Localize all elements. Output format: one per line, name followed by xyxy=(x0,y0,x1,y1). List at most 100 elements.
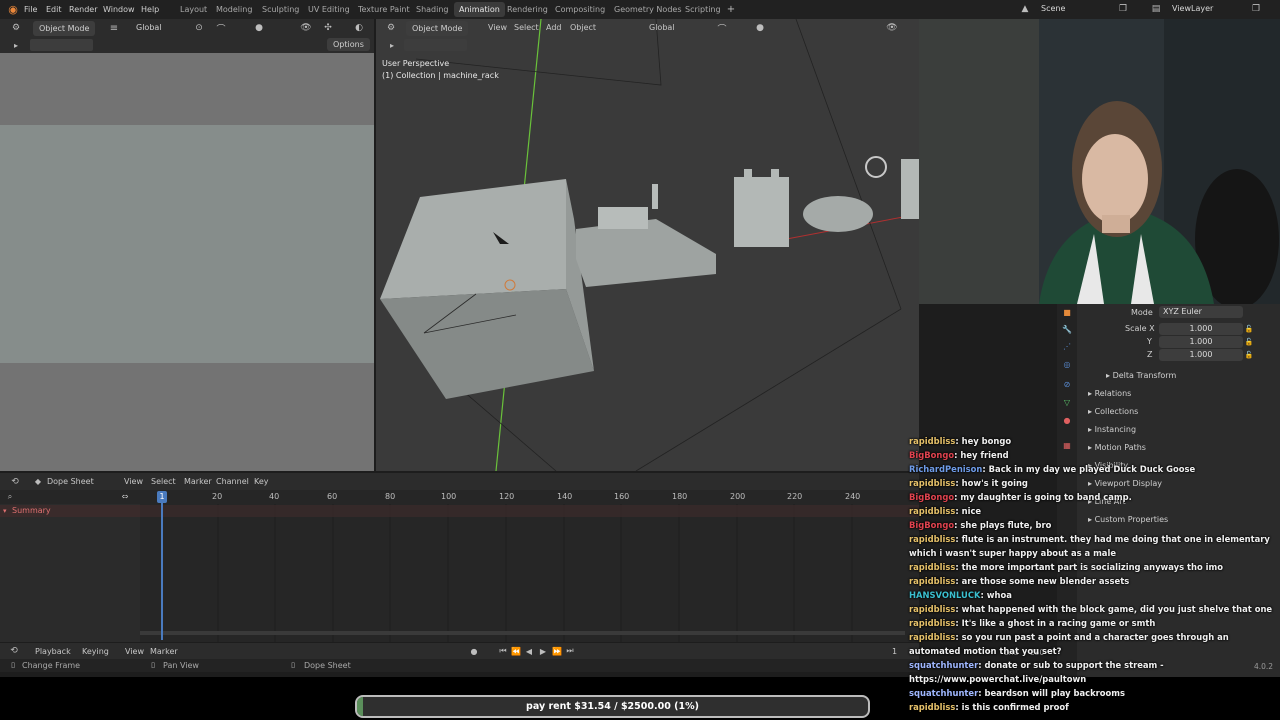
editor-type-icon[interactable]: ⚙ xyxy=(9,21,23,35)
chat-username[interactable]: BigBongo xyxy=(909,520,954,530)
chat-username[interactable]: rapidbliss xyxy=(909,702,955,712)
chat-username[interactable]: rapidbliss xyxy=(909,604,955,614)
summary-expand-icon[interactable]: ▾ xyxy=(3,505,7,517)
lock-x-icon[interactable]: 🔓 xyxy=(1245,324,1254,334)
menu-help[interactable]: Help xyxy=(141,0,159,19)
add-workspace-icon[interactable]: + xyxy=(726,3,736,15)
lock-z-icon[interactable]: 🔓 xyxy=(1245,350,1254,360)
current-frame-field[interactable]: 1 xyxy=(892,647,897,656)
panel-instancing[interactable]: ▸ Instancing xyxy=(1088,425,1136,434)
dope-menu-key[interactable]: Key xyxy=(254,477,269,486)
layer-icon[interactable]: ▤ xyxy=(1150,3,1162,15)
scale-z-field[interactable]: 1.000 xyxy=(1159,349,1243,361)
chat-username[interactable]: RichardPenison xyxy=(909,464,982,474)
jump-start-icon[interactable]: ⏮ xyxy=(498,646,508,656)
data-tab-icon[interactable]: ▽ xyxy=(1062,397,1072,407)
viewport-snap-icon[interactable]: ⌒ xyxy=(716,22,728,35)
scene-name[interactable]: Scene xyxy=(1041,4,1065,13)
timeline-menu-view[interactable]: View xyxy=(125,647,144,656)
tab-layout[interactable]: Layout xyxy=(175,2,212,17)
dope-menu-channel[interactable]: Channel xyxy=(216,477,249,486)
left-mode-dropdown[interactable]: Object Mode xyxy=(33,21,96,36)
dope-editor-type-icon[interactable]: ⟲ xyxy=(8,475,22,488)
viewport-select-mode-buttons[interactable] xyxy=(404,39,467,51)
timeline-editor-type-icon[interactable]: ⟲ xyxy=(8,645,20,657)
tab-sculpting[interactable]: Sculpting xyxy=(257,2,304,17)
scale-y-field[interactable]: 1.000 xyxy=(1159,336,1243,348)
chat-username[interactable]: rapidbliss xyxy=(909,506,955,516)
tab-geometry-nodes[interactable]: Geometry Nodes xyxy=(609,2,686,17)
tab-compositing[interactable]: Compositing xyxy=(550,2,610,17)
chat-username[interactable]: rapidbliss xyxy=(909,576,955,586)
chat-username[interactable]: rapidbliss xyxy=(909,478,955,488)
play-icon[interactable]: ▶ xyxy=(538,646,548,656)
play-reverse-icon[interactable]: ◀ xyxy=(524,646,534,656)
playhead[interactable]: 1 xyxy=(157,491,167,503)
chat-username[interactable]: rapidbliss xyxy=(909,534,955,544)
chat-username[interactable]: rapidbliss xyxy=(909,618,955,628)
viewport-menu-add[interactable]: Add xyxy=(546,23,562,32)
chat-username[interactable]: rapidbliss xyxy=(909,632,955,642)
constraints-tab-icon[interactable]: ⊘ xyxy=(1062,379,1072,389)
dope-menu-marker[interactable]: Marker xyxy=(184,477,212,486)
overlay-icon[interactable]: ◐ xyxy=(353,22,365,34)
timeline-menu-playback[interactable]: Playback xyxy=(35,647,71,656)
chat-username[interactable]: HANSVONLUCK xyxy=(909,590,980,600)
scene-icon[interactable]: ▲ xyxy=(1019,3,1031,15)
dope-mode-dropdown[interactable]: Dope Sheet xyxy=(47,477,94,486)
tab-modeling[interactable]: Modeling xyxy=(211,2,257,17)
viewport-menu-select[interactable]: Select xyxy=(514,23,539,32)
chat-username[interactable]: rapidbliss xyxy=(909,436,955,446)
chat-username[interactable]: BigBongo xyxy=(909,450,954,460)
tab-rendering[interactable]: Rendering xyxy=(502,2,553,17)
lock-y-icon[interactable]: 🔓 xyxy=(1245,337,1254,347)
viewport-orientation[interactable]: Global xyxy=(649,23,675,32)
view-layer-name[interactable]: ViewLayer xyxy=(1172,4,1213,13)
rotation-mode-dropdown[interactable]: XYZ Euler xyxy=(1159,306,1243,318)
tab-uv-editing[interactable]: UV Editing xyxy=(303,2,355,17)
select-mode-buttons[interactable] xyxy=(30,39,93,51)
visibility-icon[interactable]: 👁 xyxy=(300,22,312,34)
tab-scripting[interactable]: Scripting xyxy=(680,2,726,17)
viewport-menu-object[interactable]: Object xyxy=(570,23,596,32)
select-tool-icon[interactable]: ▸ xyxy=(11,40,21,50)
3d-viewport[interactable] xyxy=(376,19,919,471)
chat-username[interactable]: rapidbliss xyxy=(909,562,955,572)
copy-icon[interactable]: ❐ xyxy=(1117,3,1129,15)
menu-window[interactable]: Window xyxy=(103,0,135,19)
modifier-tab-icon[interactable]: 🔧 xyxy=(1062,324,1072,334)
viewport-menu-view[interactable]: View xyxy=(488,23,507,32)
viewport-proportional-icon[interactable]: ● xyxy=(754,22,766,34)
summary-channel[interactable]: ▾ Summary xyxy=(0,505,140,517)
copy-layer-icon[interactable]: ❐ xyxy=(1250,3,1262,15)
menu-render[interactable]: Render xyxy=(69,0,97,19)
viewport-mode-dropdown[interactable]: Object Mode xyxy=(406,21,469,36)
dope-ruler[interactable]: ⌕ ⇔ xyxy=(0,490,919,504)
panel-delta-transform[interactable]: ▸ Delta Transform xyxy=(1106,371,1176,380)
left-orientation[interactable]: Global xyxy=(136,23,162,32)
hamburger-icon[interactable]: ≡ xyxy=(108,22,120,34)
tab-shading[interactable]: Shading xyxy=(411,2,454,17)
tab-texture-paint[interactable]: Texture Paint xyxy=(353,2,415,17)
tab-animation[interactable]: Animation xyxy=(454,2,505,17)
pivot-icon[interactable]: ⊙ xyxy=(193,22,205,34)
swap-icon[interactable]: ⇔ xyxy=(118,491,132,502)
dope-menu-select[interactable]: Select xyxy=(151,477,176,486)
snap-icon[interactable]: ⌒ xyxy=(215,22,227,35)
chat-username[interactable]: squatchhunter xyxy=(909,688,978,698)
chat-username[interactable]: squatchhunter xyxy=(909,660,978,670)
search-icon[interactable]: ⌕ xyxy=(5,491,15,502)
next-keyframe-icon[interactable]: ⏩ xyxy=(552,646,562,656)
viewport-visibility-icon[interactable]: 👁 xyxy=(886,22,898,34)
blender-logo-icon[interactable]: ◉ xyxy=(7,3,19,16)
object-tab-icon[interactable]: ■ xyxy=(1062,307,1072,317)
chat-username[interactable]: BigBongo xyxy=(909,492,954,502)
viewport-editor-type-icon[interactable]: ⚙ xyxy=(384,21,398,35)
prev-keyframe-icon[interactable]: ⏪ xyxy=(511,646,521,656)
panel-collections[interactable]: ▸ Collections xyxy=(1088,407,1138,416)
dope-menu-view[interactable]: View xyxy=(124,477,143,486)
options-dropdown[interactable]: Options xyxy=(327,38,370,51)
panel-relations[interactable]: ▸ Relations xyxy=(1088,389,1131,398)
particles-tab-icon[interactable]: ⋰ xyxy=(1062,341,1072,351)
viewport-select-tool-icon[interactable]: ▸ xyxy=(387,40,397,50)
